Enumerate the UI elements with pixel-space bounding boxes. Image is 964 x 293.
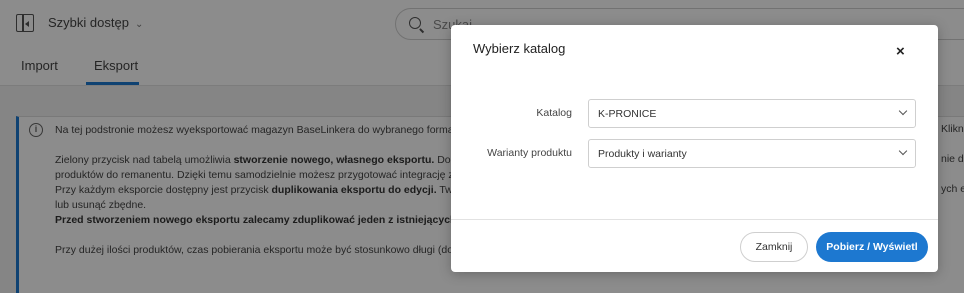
chevron-down-icon xyxy=(898,146,908,156)
chevron-down-icon xyxy=(898,106,908,116)
close-button[interactable]: Zamknij xyxy=(740,232,808,262)
download-view-button[interactable]: Pobierz / Wyświetl xyxy=(816,232,928,262)
catalog-select[interactable]: K-PRONICE xyxy=(588,99,916,128)
variants-select[interactable]: Produkty i warianty xyxy=(588,139,916,168)
dialog-title: Wybierz katalog xyxy=(473,41,566,56)
close-icon[interactable]: × xyxy=(896,43,905,60)
catalog-label: Katalog xyxy=(536,107,572,119)
variants-label: Warianty produktu xyxy=(487,147,572,159)
select-catalog-dialog: Wybierz katalog × Katalog K-PRONICE Wari… xyxy=(451,25,938,272)
dialog-divider xyxy=(451,219,938,220)
catalog-select-value: K-PRONICE xyxy=(598,108,657,120)
variants-select-value: Produkty i warianty xyxy=(598,148,687,160)
